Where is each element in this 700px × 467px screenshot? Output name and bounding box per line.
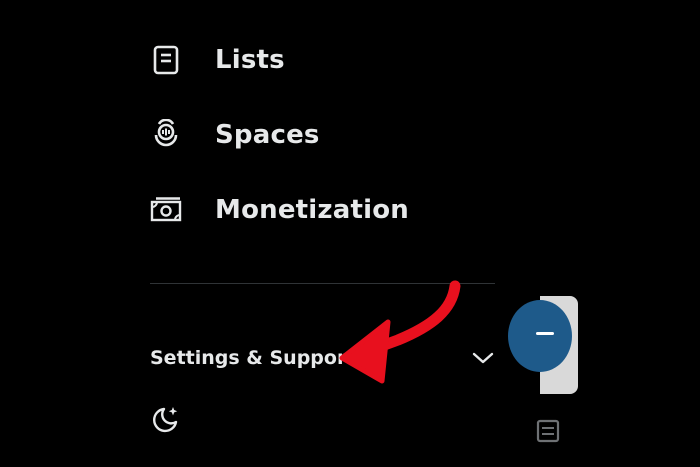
settings-support-label: Settings & Support [150, 347, 356, 369]
menu-item-monetization[interactable]: Monetization [148, 188, 409, 232]
menu-item-label: Lists [215, 45, 285, 75]
background-avatar [508, 300, 572, 372]
menu-item-lists[interactable]: Lists [148, 38, 285, 82]
menu-item-label: Spaces [215, 120, 320, 150]
moon-sparkle-icon [151, 405, 181, 439]
red-arrow-annotation [339, 280, 461, 384]
menu-item-label: Monetization [215, 195, 410, 225]
display-mode-button[interactable] [148, 404, 184, 440]
background-mail-icon [536, 418, 560, 444]
settings-support-button[interactable]: Settings & Support [150, 338, 496, 378]
spaces-microphone-icon [148, 117, 184, 153]
money-icon [148, 192, 184, 228]
menu-item-spaces[interactable]: Spaces [148, 113, 320, 157]
menu-divider [150, 283, 495, 284]
list-document-icon [148, 42, 184, 78]
chevron-down-icon [470, 345, 496, 371]
background-avatar-mark [536, 332, 554, 335]
side-menu-screen: Lists Spaces Monetization Settings & Sup… [0, 0, 700, 467]
